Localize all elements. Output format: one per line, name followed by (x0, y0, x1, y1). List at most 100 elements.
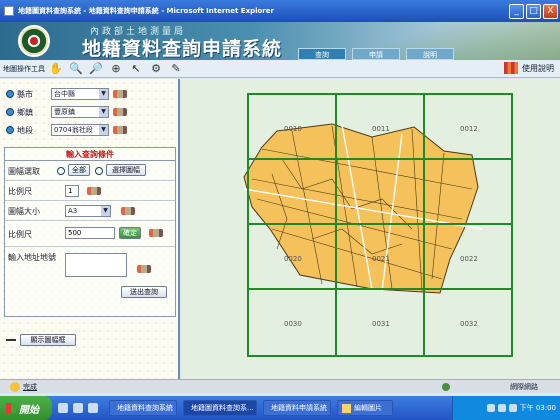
books-icon (504, 62, 518, 74)
conditions-frame: 輸入查詢條件 圖幅選取 全部 選擇圖幅 比例尺 1 圖幅大小 A3 ▼ 比例尺 … (4, 147, 176, 317)
government-seal-logo (18, 25, 50, 57)
address-row: 輸入地址地號 (5, 247, 175, 285)
system-tray: 下午 03:00 (452, 396, 560, 420)
chevron-down-icon: ▼ (101, 206, 110, 216)
taskbar-item-1[interactable]: 地籍資料查詢系統 (109, 400, 177, 416)
scale-row: 比例尺 1 (5, 181, 175, 201)
range-partial-radio[interactable] (95, 167, 103, 175)
zone-label: 網際網路 (510, 382, 538, 391)
county-radio[interactable] (6, 90, 14, 98)
query-panel: 縣市 台中縣 ▼ 鄉鎮 豐原鎮 ▼ 地段 0704翁社段 ▼ 輸入查詢條件 圖幅… (0, 79, 180, 379)
address-input[interactable] (65, 253, 127, 277)
town-select[interactable]: 豐原鎮 ▼ (51, 106, 109, 118)
volume-icon[interactable] (497, 404, 506, 412)
sheet-input[interactable]: 500 (65, 227, 115, 239)
submit-query-button[interactable]: 送出查詢 (121, 286, 167, 298)
sheet-label-0031: 0031 (372, 320, 390, 328)
map-canvas[interactable]: 0010 0011 0012 0020 0021 0022 0030 0031 … (182, 79, 560, 379)
pen-icon (87, 187, 101, 195)
internet-zone-icon (442, 382, 450, 391)
minimize-button[interactable]: _ (509, 3, 524, 19)
browser-window: 地籍圖資料查詢系統 - 地籍資料查詢申請系統 - Microsoft Inter… (0, 0, 560, 420)
map-svg: 0010 0011 0012 0020 0021 0022 0030 0031 … (243, 93, 513, 357)
zoom-out-icon[interactable]: 🔎 (89, 62, 103, 76)
sheet-label-0010: 0010 (284, 125, 302, 133)
conditions-title: 輸入查詢條件 (5, 148, 175, 161)
zoom-full-icon[interactable]: ⊕ (109, 62, 123, 76)
status-bar: 完成 網際網路 (0, 379, 560, 393)
selector-row-section: 地段 0704翁社段 ▼ (6, 123, 127, 137)
dash-icon (6, 339, 16, 341)
clock: 下午 03:00 (519, 404, 556, 412)
close-button[interactable]: X (543, 3, 558, 19)
sheet-label-0030: 0030 (284, 320, 302, 328)
output-size-select[interactable]: A3 ▼ (65, 205, 111, 217)
selector-row-county: 縣市 台中縣 ▼ (6, 87, 127, 101)
start-button[interactable]: 開始 (0, 396, 52, 420)
range-row: 圖幅選取 全部 選擇圖幅 (5, 161, 175, 181)
show-sheet-row: 顯示圖幅框 (4, 333, 176, 347)
quick-launch (58, 403, 103, 413)
pencil-icon[interactable]: ✎ (169, 62, 183, 76)
section-label: 地段 (17, 125, 33, 135)
sheet-label-0022: 0022 (460, 255, 478, 263)
taskbar-item-4[interactable]: 編輯圖片 (337, 400, 393, 416)
pan-icon[interactable]: ✋ (49, 62, 63, 76)
county-label: 縣市 (17, 89, 33, 99)
select-icon[interactable]: ↖ (129, 62, 143, 76)
selector-row-town: 鄉鎮 豐原鎮 ▼ (6, 105, 127, 119)
ime-icon[interactable] (508, 404, 517, 412)
town-radio[interactable] (6, 108, 14, 116)
range-all-radio[interactable] (57, 167, 65, 175)
map-toolbar: 地圖操作工具 ✋ 🔍 🔎 ⊕ ↖ ⚙ ✎ 使用說明 (0, 60, 560, 78)
tab-help[interactable]: 說明 (406, 48, 454, 60)
pen-icon (121, 207, 135, 215)
chevron-down-icon: ▼ (99, 107, 108, 117)
sheet-row: 比例尺 500 確定 (5, 221, 175, 247)
tab-apply[interactable]: 申請 (352, 48, 400, 60)
section-select[interactable]: 0704翁社段 ▼ (51, 124, 109, 136)
chevron-down-icon: ▼ (99, 125, 108, 135)
scale-input[interactable]: 1 (65, 185, 79, 197)
county-select[interactable]: 台中縣 ▼ (51, 88, 109, 100)
taskbar-item-3[interactable]: 地籍資料申請系統 (263, 400, 331, 416)
ie-quicklaunch-icon[interactable] (58, 403, 68, 413)
help-link[interactable]: 使用說明 (504, 62, 554, 74)
sheet-label-0021: 0021 (372, 255, 390, 263)
address-label: 輸入地址地號 (8, 253, 56, 262)
range-label: 圖幅選取 (8, 167, 40, 176)
maximize-button[interactable]: □ (526, 3, 541, 19)
ie-app-icon (4, 6, 14, 16)
chevron-down-icon: ▼ (99, 89, 108, 99)
desktop-quicklaunch-icon[interactable] (88, 403, 98, 413)
pen-icon (113, 108, 127, 116)
ie-page-icon (10, 381, 20, 392)
outlook-quicklaunch-icon[interactable] (73, 403, 83, 413)
scale-label: 比例尺 (8, 187, 32, 196)
show-sheet-button[interactable]: 顯示圖幅框 (20, 334, 76, 346)
windows-flag-icon (6, 403, 16, 413)
network-icon[interactable] (486, 404, 495, 412)
sheet-label-0020: 0020 (284, 255, 302, 263)
windows-taskbar: 開始 地籍資料查詢系統 地籍圖資料查詢系... 地籍資料申請系統 編輯圖片 下午… (0, 396, 560, 420)
tab-query[interactable]: 查詢 (298, 48, 346, 60)
toolbar-label: 地圖操作工具 (3, 64, 45, 73)
range-select-button[interactable]: 選擇圖幅 (106, 164, 146, 176)
status-done: 完成 (23, 382, 37, 391)
pen-icon (113, 126, 127, 134)
measure-icon[interactable]: ⚙ (149, 62, 163, 76)
app-banner: 內政部土地測量局 地籍資料查詢申請系統 查詢 申請 說明 (0, 22, 560, 60)
system-title: 地籍資料查詢申請系統 (82, 38, 283, 60)
help-link-label: 使用說明 (522, 63, 554, 73)
zoom-in-icon[interactable]: 🔍 (69, 62, 83, 76)
sheet-ok-button[interactable]: 確定 (119, 227, 141, 239)
pen-icon (137, 265, 151, 273)
range-all-option[interactable]: 全部 (68, 164, 90, 176)
taskbar-item-2[interactable]: 地籍圖資料查詢系... (183, 400, 257, 416)
sheet-label-0032: 0032 (460, 320, 478, 328)
town-label: 鄉鎮 (17, 107, 33, 117)
sheet-label-0011: 0011 (372, 125, 390, 133)
section-radio[interactable] (6, 126, 14, 134)
pen-icon (113, 90, 127, 98)
title-bar: 地籍圖資料查詢系統 - 地籍資料查詢申請系統 - Microsoft Inter… (0, 0, 560, 22)
